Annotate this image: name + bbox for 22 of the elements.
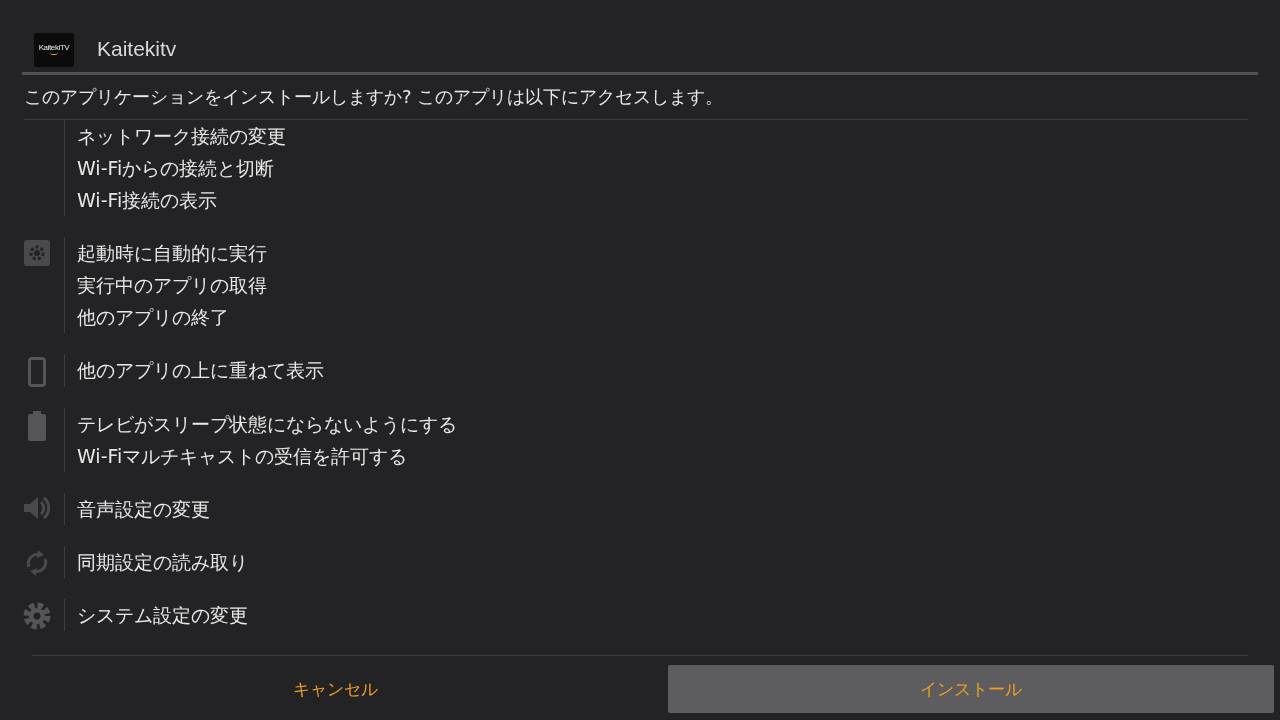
permission-text: テレビがスリープ状態にならないようにする [77, 412, 457, 437]
permission-text: Wi-Fiマルチキャストの受信を許可する [77, 444, 409, 469]
battery-icon [28, 411, 46, 441]
speaker-icon [24, 496, 50, 520]
install-prompt: このアプリケーションをインストールしますか? このアプリは以下にアクセスします。 [24, 84, 1248, 120]
permission-text: Wi-Fiからの接続と切断 [77, 156, 276, 181]
permission-text: 音声設定の変更 [77, 497, 210, 522]
permission-text: 同期設定の読み取り [77, 550, 248, 575]
app-logo: KaitekiTV [34, 32, 74, 67]
sync-icon [25, 549, 49, 577]
permission-text: 実行中のアプリの取得 [77, 273, 267, 298]
cancel-button[interactable]: キャンセル [32, 665, 638, 713]
permission-text: Wi-Fi接続の表示 [77, 188, 219, 213]
app-title: Kaitekitv [97, 37, 177, 62]
permission-text: 他のアプリの上に重ねて表示 [77, 358, 324, 383]
permission-text: システム設定の変更 [77, 603, 248, 628]
gear-icon [23, 602, 51, 630]
settings-icon [24, 240, 50, 266]
phone-icon [28, 357, 46, 387]
permission-text: 起動時に自動的に実行 [77, 241, 267, 266]
permission-text: 他のアプリの終了 [77, 305, 230, 330]
permission-text: ネットワーク接続の変更 [77, 124, 286, 149]
